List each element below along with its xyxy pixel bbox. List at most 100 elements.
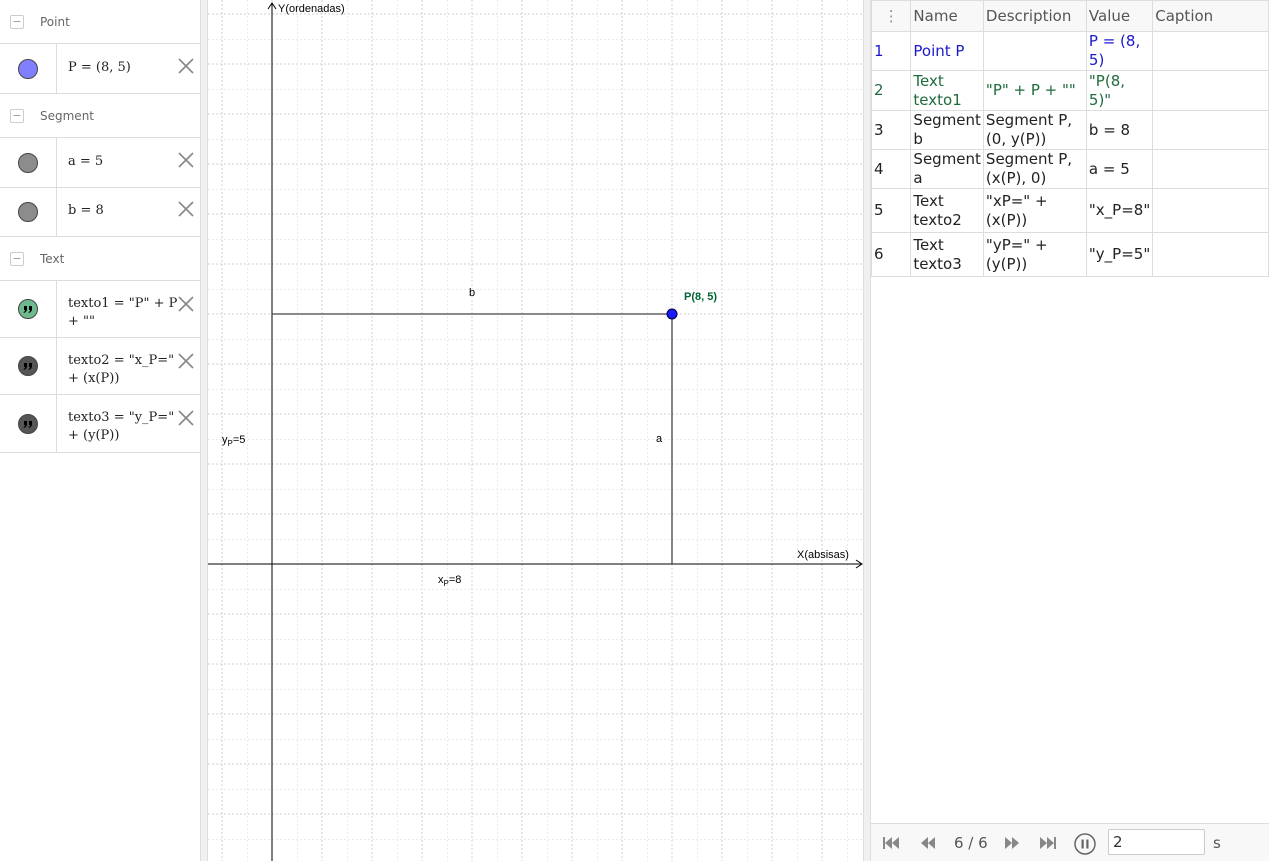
- texto3-label[interactable]: yP=5: [222, 434, 245, 448]
- row-number[interactable]: 3: [870, 110, 912, 150]
- visibility-toggle[interactable]: [0, 138, 57, 187]
- row-number[interactable]: 2: [870, 70, 912, 111]
- algebra-item-text[interactable]: texto2 = "x_P=" + (x(P)): [68, 352, 178, 388]
- column-header-name[interactable]: Name: [910, 0, 984, 32]
- row-caption[interactable]: [1152, 232, 1269, 277]
- row-caption[interactable]: [1152, 110, 1269, 150]
- row-value[interactable]: "x_P=8": [1085, 188, 1154, 233]
- delete-icon[interactable]: [176, 408, 196, 428]
- algebra-item-text[interactable]: a = 5: [68, 153, 178, 171]
- delete-icon[interactable]: [176, 351, 196, 371]
- algebra-item-texto1[interactable]: texto1 = "P" + P + "": [0, 281, 200, 338]
- graphics-view[interactable]: Y(ordenadas) X(absisas) b a P(8, 5) xP=8…: [208, 0, 863, 861]
- algebra-item-b[interactable]: b = 8: [0, 188, 200, 237]
- collapse-icon[interactable]: −: [10, 252, 24, 266]
- protocol-row[interactable]: 5 Text texto2 "xP=" + (x(P)) "x_P=8": [870, 188, 1269, 233]
- algebra-splitter[interactable]: [200, 0, 208, 861]
- algebra-item-text[interactable]: b = 8: [68, 202, 178, 220]
- delete-icon[interactable]: [176, 150, 196, 170]
- speed-input[interactable]: [1108, 829, 1205, 855]
- algebra-item-texto3[interactable]: texto3 = "y_P=" + (y(P)): [0, 395, 200, 453]
- row-caption[interactable]: [1152, 149, 1269, 189]
- y-axis-label: Y(ordenadas): [278, 3, 345, 15]
- protocol-row[interactable]: 4 Segment a Segment P, (x(P), 0) a = 5: [870, 149, 1269, 189]
- first-step-icon[interactable]: [881, 836, 901, 850]
- algebra-item-p[interactable]: P = (8, 5): [0, 44, 200, 94]
- protocol-header-row: ⋮ Name Description Value Caption: [870, 0, 1269, 32]
- next-step-icon[interactable]: [1002, 836, 1022, 850]
- group-header-point[interactable]: − Point: [0, 0, 200, 44]
- row-value[interactable]: P = (8, 5): [1085, 31, 1154, 71]
- segment-marker-icon: [18, 202, 38, 222]
- row-value[interactable]: "P(8, 5)": [1085, 70, 1154, 111]
- graphics-splitter[interactable]: [863, 0, 871, 861]
- column-menu-icon[interactable]: ⋮: [870, 0, 912, 32]
- row-description[interactable]: "xP=" + (x(P)): [982, 188, 1087, 233]
- text-marker-icon: [18, 356, 38, 376]
- visibility-toggle[interactable]: [0, 281, 57, 337]
- algebra-item-text[interactable]: texto3 = "y_P=" + (y(P)): [68, 409, 178, 445]
- row-name[interactable]: Text texto3: [910, 232, 984, 277]
- algebra-item-texto2[interactable]: texto2 = "x_P=" + (x(P)): [0, 338, 200, 395]
- row-description[interactable]: Segment P, (x(P), 0): [982, 149, 1087, 189]
- row-name[interactable]: Text texto1: [910, 70, 984, 111]
- algebra-view: − Point P = (8, 5) − Segment a = 5 b = 8…: [0, 0, 200, 861]
- row-name[interactable]: Point P: [910, 31, 984, 71]
- visibility-toggle[interactable]: [0, 395, 57, 452]
- texto2-label[interactable]: xP=8: [438, 574, 461, 588]
- collapse-icon[interactable]: −: [10, 15, 24, 29]
- point-p: [666, 308, 678, 320]
- x-axis-label: X(absisas): [797, 549, 849, 561]
- row-caption[interactable]: [1152, 188, 1269, 233]
- row-number[interactable]: 5: [870, 188, 912, 233]
- protocol-table: ⋮ Name Description Value Caption 1 Point …: [870, 0, 1269, 277]
- point-marker-icon: [18, 58, 38, 79]
- navigation-bar: 6 / 6 s: [871, 823, 1269, 861]
- protocol-row[interactable]: 1 Point P P = (8, 5): [870, 31, 1269, 71]
- visibility-toggle[interactable]: [0, 338, 57, 394]
- row-value[interactable]: "y_P=5": [1085, 232, 1154, 277]
- row-description[interactable]: [982, 31, 1087, 71]
- row-description[interactable]: "yP=" + (y(P)): [982, 232, 1087, 277]
- visibility-toggle[interactable]: [0, 44, 57, 93]
- group-label: Text: [40, 252, 65, 266]
- point-p-label[interactable]: P(8, 5): [684, 291, 717, 303]
- column-header-caption[interactable]: Caption: [1152, 0, 1269, 32]
- delete-icon[interactable]: [176, 294, 196, 314]
- row-value[interactable]: a = 5: [1085, 149, 1154, 189]
- row-description[interactable]: "P" + P + "": [982, 70, 1087, 111]
- protocol-row[interactable]: 6 Text texto3 "yP=" + (y(P)) "y_P=5": [870, 232, 1269, 277]
- row-value[interactable]: b = 8: [1085, 110, 1154, 150]
- row-description[interactable]: Segment P, (0, y(P)): [982, 110, 1087, 150]
- algebra-item-text[interactable]: texto1 = "P" + P + "": [68, 295, 178, 331]
- column-header-value[interactable]: Value: [1085, 0, 1154, 32]
- row-number[interactable]: 4: [870, 149, 912, 189]
- graphics-canvas[interactable]: [208, 0, 863, 861]
- group-header-text[interactable]: − Text: [0, 237, 200, 281]
- row-number[interactable]: 1: [870, 31, 912, 71]
- row-name[interactable]: Segment a: [910, 149, 984, 189]
- group-header-segment[interactable]: − Segment: [0, 94, 200, 138]
- row-caption[interactable]: [1152, 70, 1269, 111]
- protocol-row[interactable]: 3 Segment b Segment P, (0, y(P)) b = 8: [870, 110, 1269, 150]
- delete-icon[interactable]: [176, 56, 196, 76]
- speed-unit: s: [1213, 834, 1221, 852]
- column-header-description[interactable]: Description: [982, 0, 1087, 32]
- collapse-icon[interactable]: −: [10, 109, 24, 123]
- previous-step-icon[interactable]: [918, 836, 938, 850]
- algebra-item-text[interactable]: P = (8, 5): [68, 59, 178, 77]
- visibility-toggle[interactable]: [0, 188, 57, 236]
- row-name[interactable]: Segment b: [910, 110, 984, 150]
- row-name[interactable]: Text texto2: [910, 188, 984, 233]
- group-label: Point: [40, 15, 70, 29]
- row-number[interactable]: 6: [870, 232, 912, 277]
- protocol-row[interactable]: 2 Text texto1 "P" + P + "" "P(8, 5)": [870, 70, 1269, 111]
- group-label: Segment: [40, 109, 94, 123]
- pause-icon[interactable]: [1074, 833, 1096, 855]
- last-step-icon[interactable]: [1038, 836, 1058, 850]
- delete-icon[interactable]: [176, 199, 196, 219]
- segment-a-label[interactable]: a: [656, 433, 662, 445]
- algebra-item-a[interactable]: a = 5: [0, 138, 200, 188]
- row-caption[interactable]: [1152, 31, 1269, 71]
- segment-b-label[interactable]: b: [469, 287, 475, 299]
